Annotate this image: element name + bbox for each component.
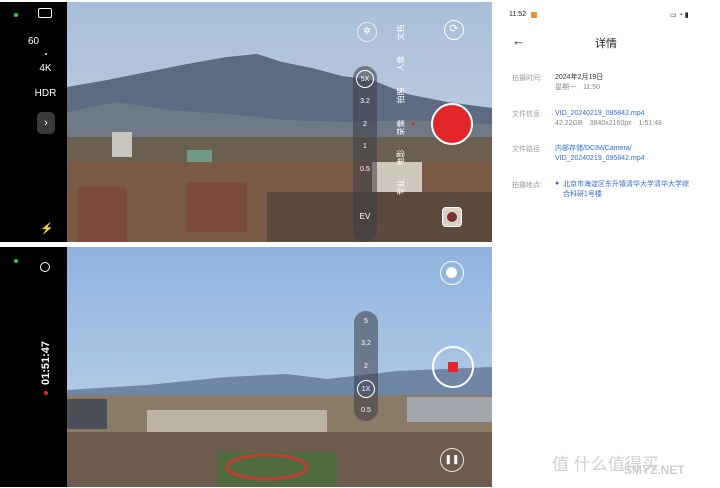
switch-camera-icon[interactable]: ⟳	[444, 20, 464, 40]
zoom-level-3-2[interactable]: 3.2	[353, 98, 377, 105]
zoom-level-5[interactable]: 5	[354, 318, 378, 325]
zoom-level-3-2[interactable]: 3.2	[354, 340, 378, 347]
zoom-level-5x[interactable]: 5X	[356, 70, 374, 88]
zoom-level-2[interactable]: 2	[354, 363, 378, 370]
resolution-setting[interactable]: 4K	[12, 63, 79, 74]
flash-off-icon[interactable]: ⚡	[40, 222, 54, 235]
ev-label[interactable]: EV	[353, 212, 377, 221]
camera-viewfinder-bottom: 01:51:47 5 3.2 2 1X 0.5 ❚❚	[0, 247, 492, 487]
hdr-setting[interactable]: HDR	[12, 88, 79, 99]
mode-movie[interactable]: 电影	[396, 150, 407, 166]
privacy-dot	[14, 259, 18, 263]
snapshot-button[interactable]	[440, 261, 464, 285]
mode-portrait[interactable]: 人像	[396, 56, 407, 72]
gallery-thumbnail[interactable]	[442, 207, 462, 227]
recording-status-column: 01:51:47	[0, 247, 67, 487]
settings-gear-icon[interactable]: ✲	[357, 22, 377, 42]
location-label: 拍摄地点:	[512, 182, 542, 189]
file-details-panel: 11:52 ▭ ◔ ▮ ← 详情 拍摄时间: 2024年2月19日 星期一 11…	[498, 0, 720, 488]
expand-chevron-icon[interactable]: ›	[37, 112, 55, 134]
record-button[interactable]	[431, 103, 473, 145]
keyboard-icon[interactable]	[38, 8, 52, 18]
mode-document[interactable]: 文档	[396, 25, 407, 41]
file-path-link-line1[interactable]: 内部存储/DCIM/Camera/	[555, 144, 632, 153]
location-link-line1[interactable]: 北京市海淀区东升镇清华大学清华大学综	[563, 180, 689, 189]
zoom-level-1x[interactable]: 1X	[357, 380, 375, 398]
viewfinder-image	[67, 2, 492, 242]
status-time: 11:52	[509, 11, 526, 18]
zoom-level-0-5[interactable]: 0.5	[353, 166, 377, 173]
shot-time-label: 拍摄时间:	[512, 75, 542, 82]
status-icons: ▭ ◔ ▮	[670, 12, 689, 19]
mode-photo[interactable]: 拍照	[396, 88, 407, 104]
viewfinder-image-recording	[67, 247, 492, 487]
watermark-site: SMYZ.NET	[624, 463, 685, 477]
landscape-scene	[67, 2, 492, 242]
landscape-scene-wide	[67, 247, 492, 487]
zoom-level-1[interactable]: 1	[353, 143, 377, 150]
zoom-level-2[interactable]: 2	[353, 121, 377, 128]
privacy-dot	[14, 13, 18, 17]
page-title: 详情	[595, 38, 617, 50]
active-mode-dot	[412, 122, 415, 125]
camera-settings-column: 60 4K HDR › ⚡	[0, 2, 67, 242]
location-link-line2[interactable]: 合科研1号楼	[563, 190, 602, 199]
shot-weekday-time: 星期一 11:50	[555, 84, 600, 91]
separator-dot	[45, 53, 47, 55]
file-info-label: 文件信息:	[512, 111, 542, 118]
lock-orientation-icon[interactable]	[40, 262, 50, 272]
file-meta: 42.22GB 3840x2160px 1:51:48	[555, 120, 663, 127]
file-path-link-line2[interactable]: VID_20240219_095842.mp4	[555, 154, 645, 163]
fps-setting[interactable]: 60	[0, 36, 67, 47]
camera-viewfinder-top: 60 4K HDR › ⚡ ✲ ⟳ 5X 3.2 2 1 0.5 EV 文档 人…	[0, 2, 492, 242]
file-path-label: 文件路径:	[512, 146, 542, 153]
location-pin-icon: ●	[555, 180, 560, 187]
zoom-level-0-5[interactable]: 0.5	[354, 407, 378, 414]
stop-recording-button[interactable]	[432, 346, 474, 388]
pause-button[interactable]: ❚❚	[440, 448, 464, 472]
file-name-link[interactable]: VID_20240219_095842.mp4	[555, 109, 645, 118]
mode-video[interactable]: 录像	[396, 120, 407, 136]
back-arrow-icon[interactable]: ←	[512, 33, 525, 48]
shot-date: 2024年2月19日	[555, 74, 604, 81]
notification-icon	[531, 12, 537, 18]
mode-pro[interactable]: 专业	[396, 180, 407, 196]
recording-timer: 01:51:47	[40, 340, 52, 386]
